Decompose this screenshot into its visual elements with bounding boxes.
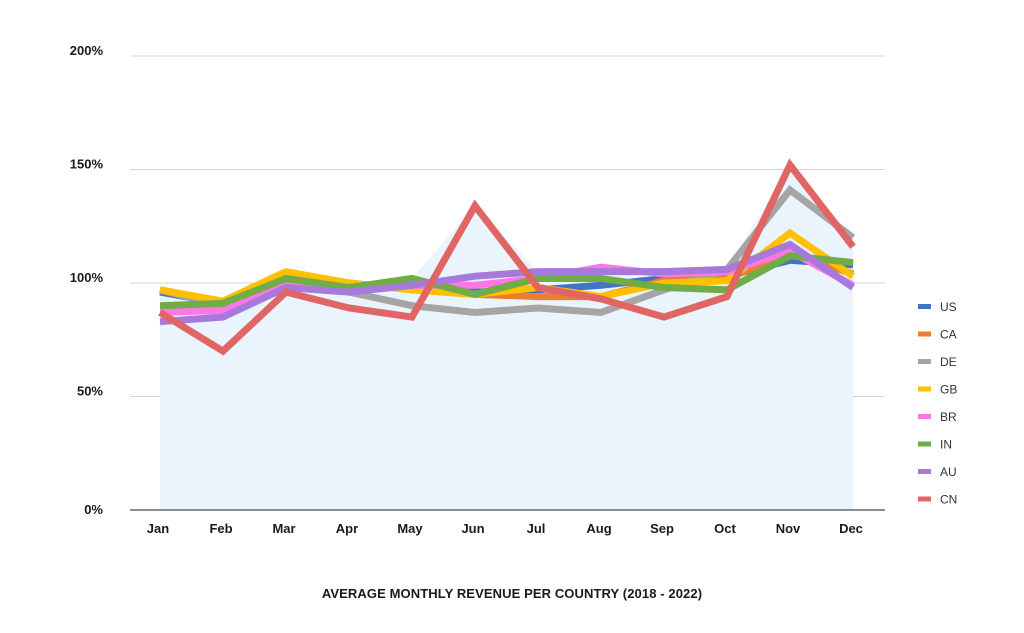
legend-item-de: DE	[918, 355, 957, 369]
legend-label: AU	[940, 465, 957, 479]
legend-label: DE	[940, 355, 957, 369]
legend-swatch	[918, 414, 931, 419]
legend-swatch	[918, 304, 931, 309]
y-tick-label: 150%	[70, 157, 104, 172]
legend-label: CN	[940, 493, 957, 507]
legend-item-cn: CN	[918, 493, 957, 507]
x-tick-label: Dec	[839, 521, 863, 536]
legend: US CA DE GB BR IN AU CN	[918, 300, 957, 507]
legend-label: CA	[940, 328, 957, 342]
x-tick-label: Nov	[776, 521, 801, 536]
x-tick-label: Sep	[650, 521, 674, 536]
legend-item-au: AU	[918, 465, 957, 479]
y-tick-label: 100%	[70, 270, 104, 285]
x-tick-label: Jul	[527, 521, 546, 536]
legend-label: US	[940, 300, 957, 314]
x-tick-label: Mar	[272, 521, 295, 536]
legend-label: GB	[940, 383, 957, 397]
legend-item-us: US	[918, 300, 957, 314]
area-fill	[160, 164, 853, 510]
y-tick-label: 200%	[70, 43, 104, 58]
x-tick-label: Feb	[209, 521, 232, 536]
legend-swatch	[918, 331, 931, 337]
x-tick-label: Oct	[714, 521, 736, 536]
y-tick-label: 0%	[84, 502, 103, 517]
x-tick-label: Apr	[336, 521, 358, 536]
x-axis-ticks: Jan Feb Mar Apr May Jun Jul Aug Sep Oct Nov Dec	[147, 521, 863, 536]
chart-title: AVERAGE MONTHLY REVENUE PER COUNTRY (201…	[322, 586, 702, 601]
legend-item-in: IN	[918, 438, 952, 452]
legend-item-ca: CA	[918, 328, 957, 342]
legend-swatch	[918, 496, 931, 502]
legend-swatch	[918, 441, 931, 447]
legend-swatch	[918, 359, 931, 364]
legend-label: BR	[940, 410, 957, 424]
legend-swatch	[918, 469, 931, 474]
y-tick-label: 50%	[77, 384, 103, 399]
line-chart: 0% 50% 100% 150% 200% Jan Feb Mar Apr May Jun Jul A…	[70, 43, 958, 601]
legend-item-br: BR	[918, 410, 957, 424]
x-tick-label: Jan	[147, 521, 169, 536]
x-tick-label: May	[397, 521, 423, 536]
legend-swatch	[918, 386, 931, 392]
x-tick-label: Jun	[461, 521, 484, 536]
legend-item-gb: GB	[918, 383, 957, 397]
x-tick-label: Aug	[586, 521, 611, 536]
legend-label: IN	[940, 438, 952, 452]
y-axis-ticks: 0% 50% 100% 150% 200%	[70, 43, 104, 517]
